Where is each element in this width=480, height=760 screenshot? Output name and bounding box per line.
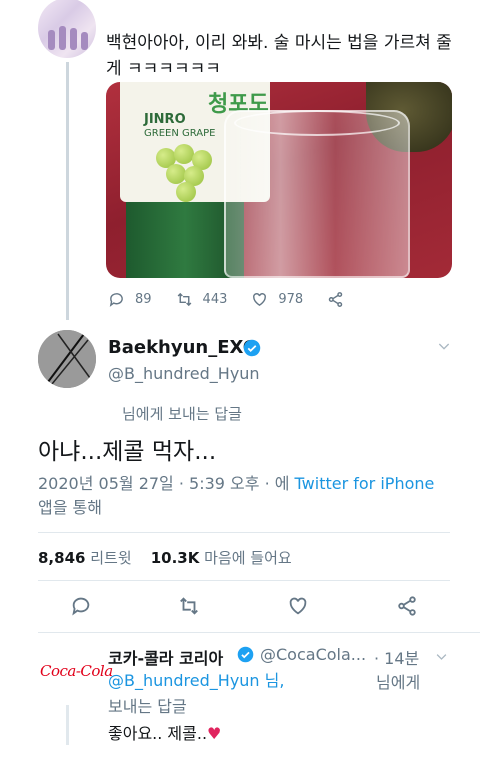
- share-icon[interactable]: [396, 595, 418, 617]
- bottle-brand: JINRO: [144, 112, 186, 127]
- parent-avatar[interactable]: [38, 0, 96, 58]
- parent-retweet-count: 443: [202, 291, 228, 307]
- tweet-meta: 2020년 05월 27일 · 5:39 오후 · 에 Twitter for …: [38, 472, 438, 520]
- divider: [38, 580, 450, 581]
- source-suffix: 앱을 통해: [38, 498, 102, 517]
- chevron-down-icon[interactable]: [434, 649, 449, 664]
- reply-to-suffix: 님에게: [376, 673, 421, 692]
- engagement-stats: 8,846 리트윗 10.3K 마음에 들어요: [38, 547, 292, 568]
- heart-emoji-icon: ♥: [207, 724, 222, 743]
- reply-to-suffix-2: 보내는 답글: [108, 697, 187, 716]
- replying-to-label: 님에게 보내는 답글: [122, 405, 242, 423]
- retweet-icon[interactable]: [178, 595, 200, 617]
- parent-like-count: 978: [278, 291, 304, 307]
- reply-icon: [109, 292, 123, 307]
- retweet-icon: [177, 292, 191, 306]
- main-display-name[interactable]: Baekhyun_EXO: [108, 337, 258, 358]
- source-link[interactable]: Twitter for iPhone: [295, 474, 435, 493]
- avatar-art: [38, 330, 96, 388]
- reply-mention-link[interactable]: @B_hundred_Hyun 님,: [108, 669, 284, 693]
- reply-handle[interactable]: @CocaCola...: [260, 645, 366, 664]
- divider: [38, 532, 450, 533]
- parent-reply-count: 89: [135, 291, 152, 307]
- chevron-down-icon[interactable]: [436, 338, 452, 354]
- tweet-photo[interactable]: JINRO GREEN GRAPE 청포도: [106, 82, 452, 278]
- like-count: 10.3K: [150, 549, 200, 567]
- parent-reply-button[interactable]: 89: [108, 291, 152, 308]
- reply-icon[interactable]: [70, 595, 92, 617]
- retweet-stat[interactable]: 8,846 리트윗: [38, 549, 132, 567]
- reply-display-name[interactable]: 코카-콜라 코리아: [108, 645, 223, 669]
- verified-badge-icon: [237, 646, 254, 663]
- coca-cola-logo[interactable]: Coca-Cola: [40, 662, 113, 680]
- tweet-timestamp[interactable]: 2020년 05월 27일 · 5:39 오후 · 에: [38, 474, 295, 493]
- parent-like-button[interactable]: 978: [251, 291, 303, 308]
- bottle-flavor: GREEN GRAPE: [144, 128, 216, 139]
- main-avatar[interactable]: [38, 330, 96, 388]
- parent-share-button[interactable]: [327, 291, 354, 308]
- retweet-count: 8,846: [38, 549, 86, 567]
- reply-thread-line: [66, 705, 69, 745]
- parent-retweet-button[interactable]: 443: [176, 291, 228, 308]
- reply-tweet-text: 좋아요.. 제콜..♥: [108, 720, 221, 744]
- heart-icon[interactable]: [287, 595, 309, 617]
- main-handle[interactable]: @B_hundred_Hyun: [108, 364, 260, 383]
- retweet-label: 리트윗: [90, 549, 132, 567]
- reply-text: 좋아요.. 제콜..: [108, 724, 208, 743]
- parent-action-bar: 89 443 978: [108, 289, 378, 309]
- parent-tweet-text: 백현아아아, 이리 와봐. 술 마시는 법을 가르쳐 줄게 ㅋㅋㅋㅋㅋㅋ: [106, 33, 452, 79]
- like-stat[interactable]: 10.3K 마음에 들어요: [151, 549, 292, 567]
- thread-line: [66, 62, 69, 320]
- shot-glass: [224, 110, 410, 278]
- reply-time[interactable]: · 14분: [374, 645, 419, 669]
- share-icon: [328, 291, 343, 307]
- main-tweet-text: 아냐...제콜 먹자...: [38, 439, 217, 465]
- divider: [38, 632, 480, 633]
- verified-badge-icon: [243, 339, 261, 357]
- heart-icon: [253, 292, 267, 306]
- like-label: 마음에 들어요: [204, 549, 292, 567]
